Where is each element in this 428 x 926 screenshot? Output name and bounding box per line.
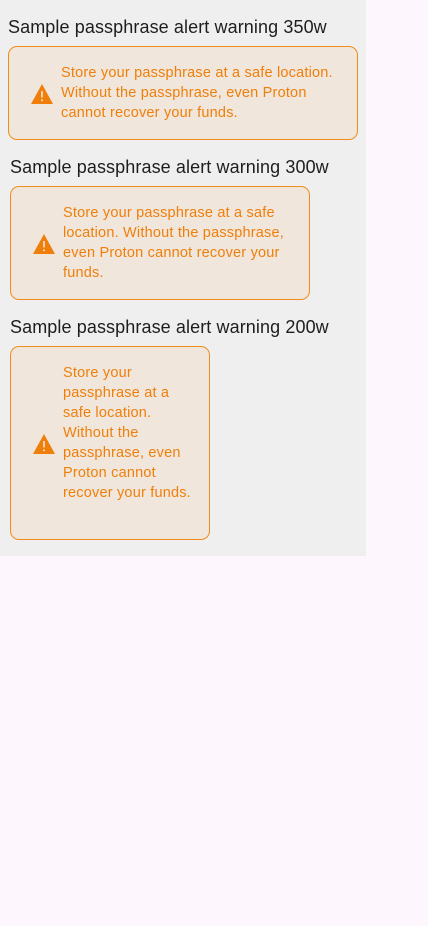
warning-triangle-icon (33, 434, 55, 454)
sample-title-200w: Sample passphrase alert warning 200w (10, 317, 329, 337)
passphrase-warning-alert-200w: Store your passphrase at a safe location… (10, 346, 210, 540)
warning-triangle-icon (31, 84, 53, 104)
warning-triangle-icon (33, 234, 55, 254)
passphrase-warning-alert-300w: Store your passphrase at a safe location… (10, 186, 310, 300)
sample-title-350w: Sample passphrase alert warning 350w (8, 17, 327, 37)
alert-message: Store your passphrase at a safe location… (63, 365, 191, 501)
alert-message: Store your passphrase at a safe location… (61, 65, 333, 121)
alert-message: Store your passphrase at a safe location… (63, 205, 284, 281)
samples-panel: Sample passphrase alert warning 350w Sto… (0, 0, 366, 556)
passphrase-warning-alert-350w: Store your passphrase at a safe location… (8, 46, 358, 140)
sample-title-300w: Sample passphrase alert warning 300w (10, 157, 329, 177)
